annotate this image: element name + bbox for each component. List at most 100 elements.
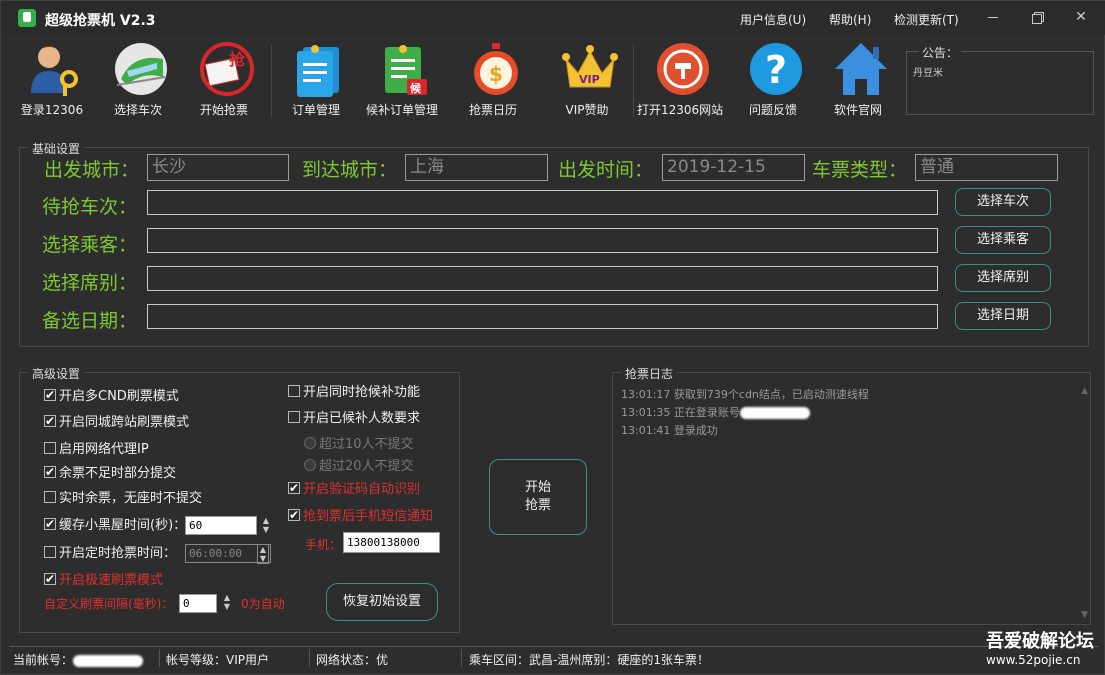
menu-check-update[interactable]: 检测更新(T) [894,11,959,28]
toolbar-divider [271,45,272,117]
status-bar: 当前帐号： 帐号等级：VIP用户 网络状态：优 乘车区间：武昌-温州席别：硬座的… [9,646,1099,670]
minimize-icon[interactable] [983,7,1003,27]
depart-date-field[interactable]: 2019-12-15 [662,154,805,181]
waitlist-count-checkbox[interactable]: 开启已候补人数要求 [288,411,420,427]
svg-text:?: ? [765,48,787,92]
login-button[interactable]: 登录12306 [9,37,95,123]
proxy-checkbox[interactable]: 启用网络代理IP [44,442,149,458]
status-network: 网络状态：优 [316,653,389,667]
open-12306-button[interactable]: 打开12306网站 [637,37,723,123]
feedback-label: 问题反馈 [748,103,797,117]
train-label: 待抢车次： [42,196,138,218]
checkbox-empty-icon [288,385,300,397]
train-icon [115,43,167,95]
app-train-icon [18,9,36,27]
train-field[interactable] [147,190,938,215]
ticket-type-label: 车票类型： [812,159,908,181]
checkbox-checked-icon [44,571,56,587]
checkbox-checked-icon [44,516,56,532]
log-line-3: 13:01:41 登录成功 [621,424,718,437]
feedback-button[interactable]: ? 问题反馈 [730,37,816,123]
waitlist-badge: 候 [410,81,422,95]
status-divider [309,649,310,667]
from-city-field[interactable]: 长沙 [147,154,289,181]
partial-submit-label: 余票不足时部分提交 [59,466,177,481]
blacklist-spinner-icon[interactable]: ▲ ▼ [260,516,272,536]
ticket-type-field[interactable]: 普通 [915,154,1058,181]
railway-logo-icon [657,43,709,95]
select-seat-btn[interactable]: 选择席别 [955,264,1051,292]
select-passenger-btn[interactable]: 选择乘客 [955,226,1051,254]
time-spinner-icon[interactable]: ▲ ▼ [257,544,269,564]
interval-spinner-icon[interactable]: ▲ ▼ [221,593,233,613]
vip-button[interactable]: VIP VIP赞助 [544,37,630,123]
radio-icon [304,437,316,449]
seat-field[interactable] [147,266,938,291]
start-grab-button[interactable]: 抢 开始抢票 [181,37,267,123]
watermark-url: www.52pojie.cn [986,653,1081,667]
notice-body: 丹豆米 [913,68,943,79]
menu-help[interactable]: 帮助(H) [829,11,871,28]
timed-grab-checkbox[interactable]: 开启定时抢票时间： [44,546,176,562]
blacklist-seconds-input[interactable]: 60 [185,516,257,535]
fast-mode-checkbox[interactable]: 开启极速刷票模式 [44,571,164,589]
checkbox-checked-icon [288,480,300,496]
fast-mode-label: 开启极速刷票模式 [59,573,164,588]
maximize-icon[interactable] [1028,7,1048,27]
vip-label: VIP赞助 [565,103,609,117]
close-icon[interactable] [1071,7,1091,27]
alt-date-field[interactable] [147,304,938,329]
vip-crown-icon: VIP [562,45,618,88]
start-grab-big-button[interactable]: 开始 抢票 [489,459,587,535]
order-mgmt-label: 订单管理 [291,103,340,117]
proxy-label: 启用网络代理IP [59,442,149,457]
waitlist-document-icon: 候 [385,45,427,95]
select-train-btn[interactable]: 选择车次 [955,188,1051,216]
scroll-up-icon[interactable]: ▲ [1081,386,1088,396]
vip-badge: VIP [579,73,600,86]
phone-label: 手机： [305,538,342,552]
sms-checkbox[interactable]: 抢到票后手机短信通知 [288,507,433,525]
grab-badge: 抢 [229,50,246,69]
blacklist-checkbox[interactable]: 缓存小黑屋时间(秒)： [44,516,186,534]
toolbar: 登录12306 选择车次 抢 开始抢票 订单管理 候 候补订单管理 $ 抢票日历… [9,37,1099,125]
start-line1: 开始 [524,480,551,495]
watermark-title: 吾爱破解论坛 [986,631,1094,652]
select-date-btn[interactable]: 选择日期 [955,302,1051,330]
over10-radio[interactable]: 超过10人不提交 [304,433,414,452]
cnd-refresh-checkbox[interactable]: 开启多CND刷票模式 [44,387,179,405]
status-account: 当前帐号： [13,651,144,668]
waitlist-same-checkbox[interactable]: 开启同时抢候补功能 [288,385,420,401]
same-city-checkbox[interactable]: 开启同城跨站刷票模式 [44,413,189,431]
order-mgmt-button[interactable]: 订单管理 [273,37,359,123]
status-level: 帐号等级：VIP用户 [166,653,269,667]
radio-icon [304,459,316,471]
log-line-1: 13:01:17 获取到739个cdn结点，已启动测速线程 [621,388,869,401]
official-site-button[interactable]: 软件官网 [815,37,901,123]
realtime-checkbox[interactable]: 实时余票，无座时不提交 [44,491,202,507]
status-divider [159,649,160,667]
grab-calendar-button[interactable]: $ 抢票日历 [450,37,536,123]
app-title: 超级抢票机 V2.3 [45,13,156,29]
menu-user-info[interactable]: 用户信息(U) [740,11,806,28]
passenger-field[interactable] [147,228,938,253]
to-city-field[interactable]: 上海 [405,154,548,181]
over20-label: 超过20人不提交 [319,459,414,474]
interval-input[interactable]: 0 [179,594,217,613]
alt-date-label: 备选日期： [42,310,138,332]
checkbox-checked-icon [44,464,56,480]
interval-label: 自定义刷票间隔(毫秒)： [44,597,174,611]
over10-label: 超过10人不提交 [319,437,414,452]
main-window: 超级抢票机 V2.3 用户信息(U) 帮助(H) 检测更新(T) 登录12306 [0,0,1105,675]
redacted-account-name [73,654,144,667]
notice-panel: 公告： 丹豆米 [906,44,1094,115]
over20-radio[interactable]: 超过20人不提交 [304,455,414,474]
reset-settings-button[interactable]: 恢复初始设置 [326,583,438,621]
waitlist-mgmt-button[interactable]: 候 候补订单管理 [359,37,445,123]
partial-submit-checkbox[interactable]: 余票不足时部分提交 [44,464,177,482]
select-train-button[interactable]: 选择车次 [95,37,181,123]
phone-input[interactable]: 13800138000 [343,532,440,553]
captcha-checkbox[interactable]: 开启验证码自动识别 [288,480,420,498]
toolbar-divider [633,45,634,117]
scroll-down-icon[interactable]: ▼ [1081,610,1088,620]
